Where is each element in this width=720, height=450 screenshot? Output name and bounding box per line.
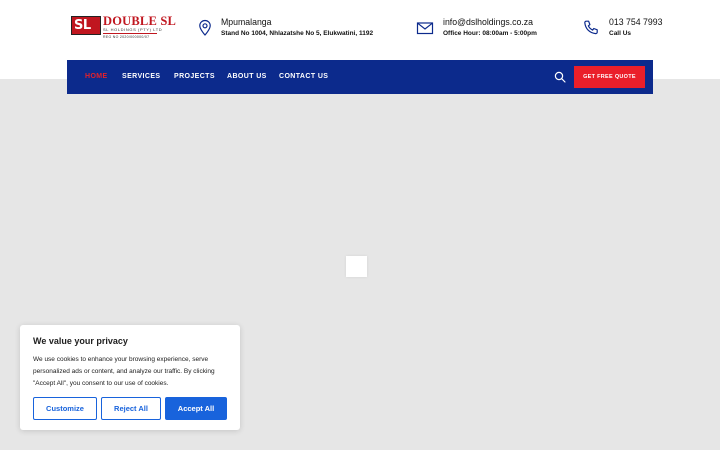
cookie-title: We value your privacy bbox=[33, 336, 128, 346]
location-title: Mpumalanga bbox=[221, 17, 272, 28]
logo-divider bbox=[103, 33, 157, 34]
logo-tagline: SL HOLDINGS (PTY) LTD bbox=[103, 27, 163, 32]
cookie-description: We use cookies to enhance your browsing … bbox=[33, 356, 215, 387]
accept-all-button[interactable]: Accept All bbox=[165, 397, 227, 420]
main-nav: HOME SERVICES PROJECTS ABOUT US CONTACT … bbox=[67, 60, 653, 94]
location-address: Stand No 1004, Nhlazatshe No 5, Elukwati… bbox=[221, 30, 374, 37]
phone-number[interactable]: 013 754 7993 bbox=[609, 17, 662, 28]
cookie-consent-banner: We value your privacy We use cookies to … bbox=[20, 325, 240, 430]
phone-icon bbox=[584, 20, 598, 35]
search-icon[interactable] bbox=[554, 71, 566, 83]
site-logo[interactable]: SL DOUBLE SL SL HOLDINGS (PTY) LTD REG N… bbox=[71, 14, 176, 42]
nav-item-contact-us[interactable]: CONTACT US bbox=[279, 73, 328, 80]
get-free-quote-button[interactable]: GET FREE QUOTE bbox=[574, 66, 645, 88]
reject-all-button[interactable]: Reject All bbox=[101, 397, 161, 420]
map-pin-icon bbox=[199, 19, 211, 36]
logo-mark-text: SL bbox=[74, 18, 91, 33]
office-hours: Office Hour: 08:00am - 5:00pm bbox=[443, 30, 537, 37]
phone-caption: Call Us bbox=[609, 30, 632, 37]
logo-tagline-2: REG NO 2020/000000/07 bbox=[103, 35, 150, 39]
nav-item-projects[interactable]: PROJECTS bbox=[174, 73, 215, 80]
envelope-icon bbox=[416, 22, 434, 35]
page-loader bbox=[346, 256, 367, 277]
logo-mark: SL bbox=[71, 16, 101, 35]
nav-item-home[interactable]: HOME bbox=[85, 73, 108, 80]
nav-item-services[interactable]: SERVICES bbox=[122, 73, 160, 80]
nav-item-about-us[interactable]: ABOUT US bbox=[227, 73, 267, 80]
email-address[interactable]: info@dslholdings.co.za bbox=[443, 17, 533, 28]
customize-button[interactable]: Customize bbox=[33, 397, 97, 420]
